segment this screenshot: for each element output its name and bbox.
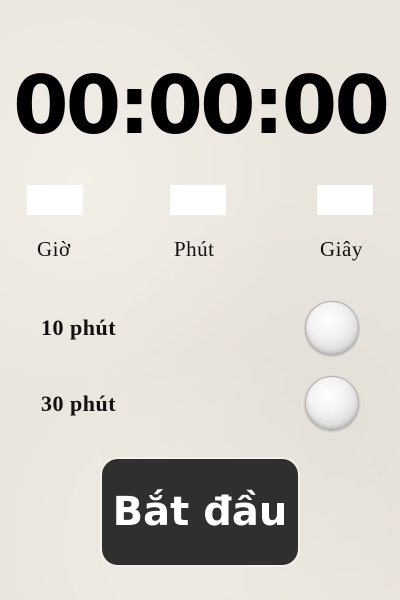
seconds-input[interactable]	[317, 185, 373, 215]
hours-input[interactable]	[27, 185, 83, 215]
minutes-input[interactable]	[170, 185, 226, 215]
preset-10-minutes-label: 10 phút	[41, 315, 117, 340]
seconds-label: Giây	[320, 237, 363, 261]
hours-label: Giờ	[37, 237, 71, 261]
preset-30-minutes-radio[interactable]	[305, 376, 359, 430]
preset-30-minutes-label: 30 phút	[41, 391, 117, 416]
start-button[interactable]: Bắt đầu	[100, 457, 300, 567]
timer-screen: 00:00:00 Giờ Phút Giây 10 phút 30 phút B…	[0, 0, 400, 600]
minutes-label: Phút	[174, 237, 215, 261]
timer-display: 00:00:00	[13, 59, 390, 152]
preset-10-minutes-radio[interactable]	[305, 301, 359, 355]
